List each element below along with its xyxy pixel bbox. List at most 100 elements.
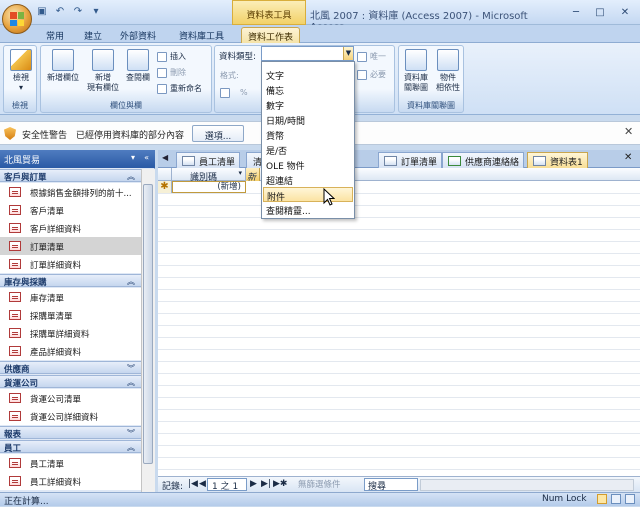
form-icon (9, 393, 21, 403)
shutter-bar-icon[interactable]: « (144, 153, 149, 162)
required-checkbox[interactable]: 必要 (357, 69, 386, 80)
close-icon[interactable]: ✕ (624, 125, 633, 138)
tab-scroll-left-icon[interactable]: ◀ (162, 153, 168, 162)
nav-item-po-list[interactable]: 採購單清單 (0, 306, 141, 324)
nav-group-suppliers[interactable]: 供應商 ︾ (0, 361, 141, 375)
nav-item-top-ten[interactable]: 根據銷售金額排列的前十... (0, 183, 141, 201)
option-hyperlink[interactable]: 超連結 (263, 172, 353, 187)
minimize-button[interactable]: ─ (565, 4, 587, 20)
new-record-cell[interactable]: (新增) (172, 181, 246, 193)
add-existing-fields-button[interactable]: 新增 現有欄位 (85, 49, 121, 93)
relationships-group-label: 資料庫關聯圖 (407, 101, 455, 110)
filter-status-button[interactable]: 無篩選條件 (284, 478, 358, 491)
new-field-button[interactable]: 新增欄位 (45, 49, 81, 83)
doc-tab-order-list[interactable]: 訂單清單 (378, 152, 443, 168)
nav-group-inventory[interactable]: 庫存與採購 ︽ (0, 274, 141, 288)
current-record-box[interactable]: 1 之 1 (207, 478, 247, 492)
option-memo[interactable]: 備忘 (263, 82, 353, 97)
rename-button[interactable]: 重新命名 (157, 83, 202, 94)
horizontal-scrollbar[interactable] (420, 479, 634, 491)
nav-scroll-thumb[interactable] (143, 184, 153, 464)
data-type-dropdown[interactable]: 文字 備忘 數字 日期/時間 貨幣 是/否 OLE 物件 超連結 附件 查閱精靈… (261, 61, 355, 219)
pivot-view-icon[interactable] (611, 494, 621, 504)
nav-group-shippers[interactable]: 貨運公司 ︽ (0, 375, 141, 389)
doc-tab-table1[interactable]: 資料表1 (527, 152, 588, 168)
option-text[interactable]: 文字 (263, 67, 353, 82)
nav-item-inventory-list[interactable]: 庫存清單 (0, 288, 141, 306)
insert-button[interactable]: 插入 (157, 51, 186, 62)
nav-item-order-list[interactable]: 訂單清單 (0, 237, 141, 255)
data-type-combo[interactable] (261, 46, 354, 61)
grid-line (158, 253, 640, 254)
column-header-add-new[interactable]: 新增 (246, 168, 260, 181)
first-record-icon[interactable]: |◀ (188, 479, 198, 489)
required-checkbox-icon (357, 69, 367, 80)
tab-create[interactable]: 建立 (78, 27, 108, 43)
title-bar: ▣ ↶ ↷ ▾ 資料表工具 北風 2007 : 資料庫 (Access 2007… (0, 0, 640, 33)
doc-tab-supplier-contacts[interactable]: 供應商連絡絡 (442, 152, 525, 168)
nav-group-reports[interactable]: 報表 ︾ (0, 426, 141, 440)
form-icon (182, 156, 195, 166)
nav-item-customer-list[interactable]: 客戶清單 (0, 201, 141, 219)
design-view-icon[interactable] (625, 494, 635, 504)
next-record-icon[interactable]: ▶ (250, 479, 257, 489)
prev-record-icon[interactable]: ◀ (199, 479, 206, 489)
nav-item-shipper-details[interactable]: 貨運公司詳細資料 (0, 407, 141, 425)
last-record-icon[interactable]: ▶| (261, 479, 271, 489)
maximize-button[interactable]: □ (589, 4, 611, 20)
redo-icon[interactable]: ↷ (72, 5, 84, 17)
unique-checkbox[interactable]: 唯一 (357, 51, 386, 62)
view-button[interactable]: 檢視 ▾ (7, 49, 35, 93)
option-ole-object[interactable]: OLE 物件 (263, 157, 353, 172)
nav-pane-header[interactable]: 北風貿易 ▾ « (0, 150, 155, 168)
column-header-id[interactable]: 識別碼 ▾ (172, 168, 246, 183)
option-number[interactable]: 數字 (263, 97, 353, 112)
close-icon[interactable]: ✕ (624, 152, 632, 163)
grid-line (158, 301, 640, 302)
option-yes-no[interactable]: 是/否 (263, 142, 353, 157)
percent-format-button[interactable]: % (240, 88, 248, 97)
grid-line (158, 349, 640, 350)
customize-qat-icon[interactable]: ▾ (90, 5, 102, 17)
new-record-marker[interactable]: ✱ (158, 181, 172, 193)
office-button[interactable] (2, 4, 32, 34)
search-input[interactable]: 搜尋 (364, 478, 418, 492)
delete-button[interactable]: 刪除 (157, 67, 186, 78)
security-options-button[interactable]: 選項... (192, 125, 244, 142)
save-icon[interactable]: ▣ (36, 5, 48, 17)
datasheet-grid[interactable]: 識別碼 ▾ 新增 ✱ (新增) (158, 168, 640, 476)
option-attachment[interactable]: 附件 (263, 187, 353, 203)
undo-icon[interactable]: ↶ (54, 5, 66, 17)
nav-item-employee-list[interactable]: 員工清單 (0, 454, 141, 472)
tab-home[interactable]: 常用 (40, 27, 70, 43)
option-date-time[interactable]: 日期/時間 (263, 112, 353, 127)
nav-item-shipper-list[interactable]: 貨運公司清單 (0, 389, 141, 407)
close-button[interactable]: ✕ (614, 4, 636, 20)
relationships-button[interactable]: 資料庫 關聯圖 (401, 49, 431, 93)
datasheet-view-icon[interactable] (597, 494, 607, 504)
rename-icon (157, 83, 167, 94)
tab-datasheet[interactable]: 資料工作表 (241, 27, 301, 43)
select-all-corner[interactable] (158, 168, 172, 181)
option-currency[interactable]: 貨幣 (263, 127, 353, 142)
doc-tab-employee-list[interactable]: 員工清單 (176, 152, 241, 168)
nav-group-employees[interactable]: 員工 ︽ (0, 440, 141, 454)
object-dependencies-button[interactable]: 物件 相依性 (433, 49, 463, 93)
chevron-down-icon[interactable]: ▾ (131, 153, 135, 162)
grid-line (158, 241, 640, 242)
chevron-down-icon[interactable]: ▼ (343, 47, 353, 60)
tab-database-tools[interactable]: 資料庫工具 (173, 27, 230, 43)
chevron-down-icon[interactable]: ▾ (238, 169, 242, 177)
nav-group-customers-orders[interactable]: 客戶與訂單 ︽ (0, 169, 141, 183)
tab-external-data[interactable]: 外部資料 (114, 27, 162, 43)
nav-item-order-details[interactable]: 訂單詳細資料 (0, 255, 141, 273)
lookup-column-button[interactable]: 查閱欄 (123, 49, 153, 83)
grid-line (158, 265, 640, 266)
nav-item-product-details[interactable]: 產品詳細資料 (0, 342, 141, 360)
nav-item-employee-details[interactable]: 員工詳細資料 (0, 472, 141, 490)
nav-item-po-details[interactable]: 採購單詳細資料 (0, 324, 141, 342)
currency-format-icon[interactable] (220, 88, 230, 98)
collapse-icon: ︽ (127, 277, 135, 286)
option-lookup-wizard[interactable]: 查閱精靈... (263, 202, 353, 217)
nav-item-customer-details[interactable]: 客戶詳細資料 (0, 219, 141, 237)
